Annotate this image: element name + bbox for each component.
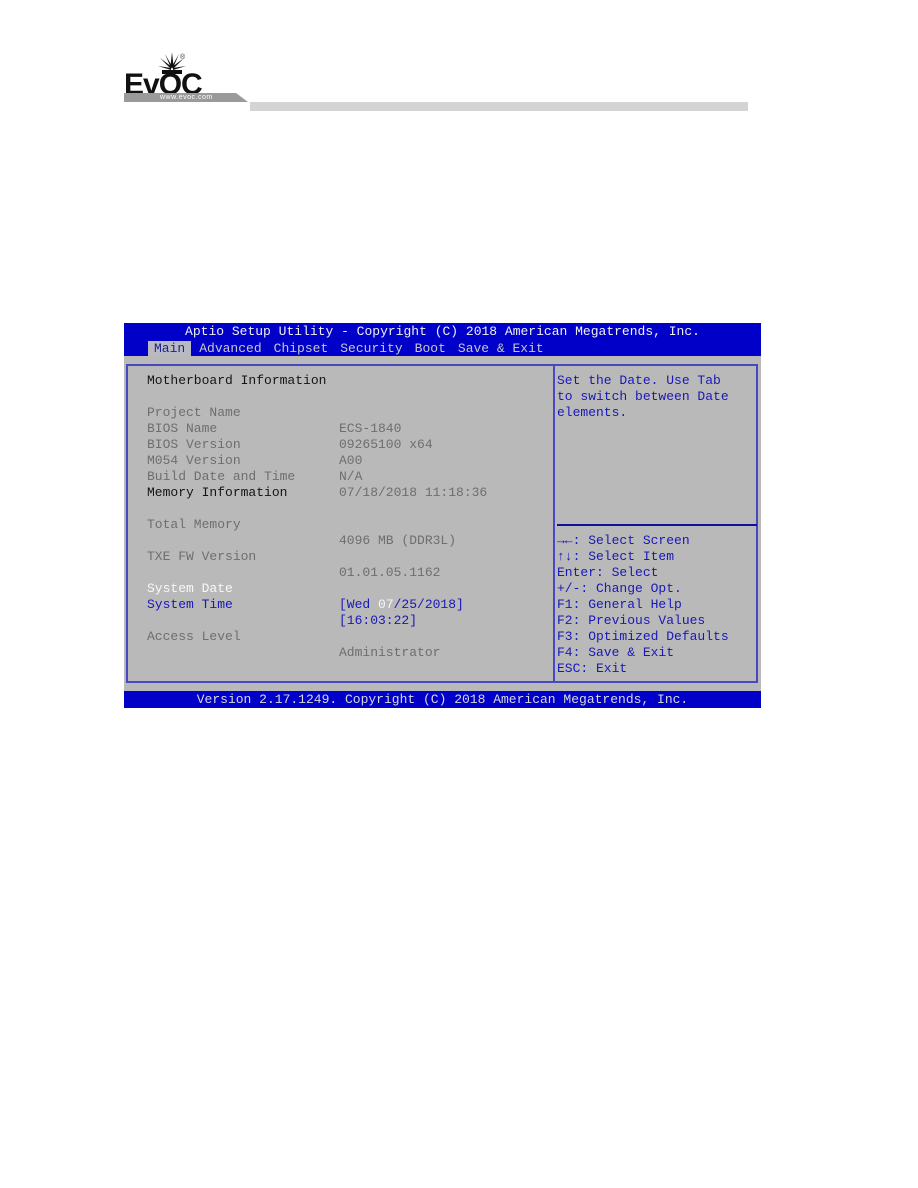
m054-version-value: N/A: [339, 469, 363, 484]
registered-mark: ®: [180, 54, 186, 61]
key-help-select-screen: →←: Select Screen: [557, 533, 690, 548]
bios-title: Aptio Setup Utility - Copyright (C) 2018…: [185, 324, 700, 339]
motherboard-heading: Motherboard Information: [147, 373, 327, 388]
total-memory-value: 4096 MB (DDR3L): [339, 533, 457, 548]
access-level-row: Access Level Administrator: [147, 613, 440, 677]
help-line: elements.: [557, 405, 628, 420]
help-line: Set the Date. Use Tab: [557, 373, 721, 388]
access-level-value: Administrator: [339, 645, 441, 660]
bios-screen: Aptio Setup Utility - Copyright (C) 2018…: [124, 323, 761, 708]
key-help-enter: Enter: Select: [557, 565, 659, 580]
bios-name-value: 09265100 x64: [339, 437, 433, 452]
system-time-value[interactable]: [16:03:22]: [339, 613, 417, 629]
project-name-value: ECS-1840: [339, 421, 402, 436]
help-divider: [557, 524, 757, 526]
title-bar: Aptio Setup Utility - Copyright (C) 2018…: [124, 323, 761, 356]
key-help-select-item: ↑↓: Select Item: [557, 549, 675, 564]
tab-security[interactable]: Security: [336, 341, 406, 356]
footer-version: Version 2.17.1249. Copyright (C) 2018 Am…: [196, 692, 689, 707]
bios-version-value: A00: [339, 453, 363, 468]
date-suffix: /25/2018]: [393, 597, 464, 612]
tab-chipset[interactable]: Chipset: [270, 341, 333, 356]
logo-url: www.evoc.com: [160, 94, 213, 101]
txe-fw-value: 01.01.05.1162: [339, 565, 441, 580]
total-memory-label: Total Memory: [147, 517, 241, 532]
key-help-f4: F4: Save & Exit: [557, 645, 675, 660]
memory-heading: Memory Information: [147, 485, 288, 500]
access-level-label: Access Level: [147, 629, 241, 644]
tab-boot[interactable]: Boot: [411, 341, 450, 356]
key-help-f3: F3: Optimized Defaults: [557, 629, 729, 644]
main-frame: Motherboard Information Project Name ECS…: [126, 364, 758, 683]
header-rule: [250, 102, 748, 111]
date-prefix: [Wed: [339, 597, 379, 612]
date-month-selected[interactable]: 07: [378, 597, 394, 612]
tab-advanced[interactable]: Advanced: [195, 341, 265, 356]
key-help-change-opt: +/-: Change Opt.: [557, 581, 682, 596]
footer-bar: Version 2.17.1249. Copyright (C) 2018 Am…: [124, 691, 761, 708]
build-date-label: Build Date and Time: [147, 469, 296, 484]
system-date-value[interactable]: [Wed 07/25/2018]: [339, 597, 464, 613]
key-help-f1: F1: General Help: [557, 597, 682, 612]
tab-main[interactable]: Main: [148, 341, 192, 356]
tab-save-exit[interactable]: Save & Exit: [454, 341, 548, 356]
key-help-f2: F2: Previous Values: [557, 613, 706, 628]
panel-divider: [553, 366, 555, 681]
tab-bar: Main Advanced Chipset Security Boot Save…: [148, 341, 552, 356]
help-line: to switch between Date: [557, 389, 729, 404]
system-time-label[interactable]: System Time: [147, 597, 233, 613]
build-date-value: 07/18/2018 11:18:36: [339, 485, 488, 500]
key-help-esc: ESC: Exit: [557, 661, 628, 676]
txe-fw-label: TXE FW Version: [147, 549, 257, 564]
